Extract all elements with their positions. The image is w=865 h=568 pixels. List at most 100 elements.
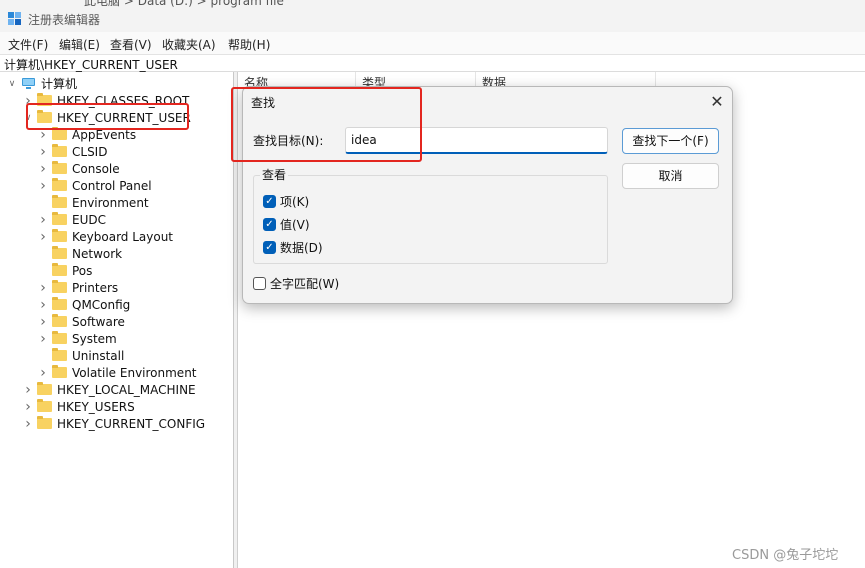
tree-item-label: HKEY_USERS [57, 399, 135, 414]
registry-tree[interactable]: ∨ 计算机 › HKEY_CLASSES_ROOT ∨ HKEY_CURRENT_US… [0, 72, 234, 568]
folder-icon [52, 280, 67, 293]
chevron-right-icon[interactable]: › [22, 416, 34, 432]
address-bar[interactable]: 计算机\HKEY_CURRENT_USER [0, 54, 865, 72]
chevron-right-icon[interactable]: › [22, 93, 34, 109]
tree-item[interactable]: › Printers [37, 279, 118, 296]
look-at-title: 查看 [260, 166, 289, 183]
watermark: CSDN @兔子坨坨 [732, 548, 839, 563]
tree-item[interactable]: Environment [37, 194, 149, 211]
chevron-right-icon[interactable]: › [37, 365, 49, 381]
menu-file[interactable]: 文件(F) [8, 36, 48, 53]
chevron-down-icon[interactable]: ∨ [6, 78, 18, 90]
tree-item[interactable]: › HKEY_LOCAL_MACHINE [22, 381, 195, 398]
chevron-right-icon[interactable]: › [37, 229, 49, 245]
folder-icon [52, 195, 67, 208]
menu-favorites[interactable]: 收藏夹(A) [162, 36, 216, 53]
cancel-button[interactable]: 取消 [622, 163, 719, 189]
tree-item[interactable]: Pos [37, 262, 92, 279]
option-data-label: 数据(D) [280, 241, 323, 255]
tree-item[interactable]: › QMConfig [37, 296, 130, 313]
tree-item[interactable]: › CLSID [37, 143, 107, 160]
tree-item[interactable]: ∨ HKEY_CURRENT_USER [22, 109, 191, 126]
folder-icon [52, 365, 67, 378]
chevron-right-icon[interactable]: › [37, 314, 49, 330]
folder-icon [37, 110, 52, 123]
tree-item-label: AppEvents [72, 127, 137, 142]
folder-icon [52, 314, 67, 327]
tree-item-label: Pos [72, 263, 93, 278]
tree-item[interactable]: Network [37, 245, 122, 262]
option-whole-string[interactable]: 全字匹配(W) [253, 275, 339, 292]
tree-item[interactable]: › Console [37, 160, 120, 177]
menu-help[interactable]: 帮助(H) [228, 36, 270, 53]
tree-item[interactable]: › HKEY_CLASSES_ROOT [22, 92, 189, 109]
tree-root[interactable]: ∨ 计算机 [6, 75, 77, 92]
breadcrumb-item[interactable]: program file [211, 0, 284, 8]
option-values[interactable]: ✓ 值(V) [263, 216, 310, 233]
tree-item[interactable]: › EUDC [37, 211, 106, 228]
option-keys[interactable]: ✓ 项(K) [263, 193, 309, 210]
option-values-label: 值(V) [280, 218, 310, 232]
tree-item-label: Control Panel [72, 178, 152, 193]
tree-item-label: Software [72, 314, 125, 329]
chevron-right-icon[interactable]: › [37, 161, 49, 177]
option-whole-string-label: 全字匹配(W) [270, 277, 340, 291]
tree-item-label: Uninstall [72, 348, 125, 363]
checkbox-data[interactable]: ✓ [263, 241, 276, 254]
tree-item[interactable]: › HKEY_USERS [22, 398, 135, 415]
chevron-down-icon[interactable]: ∨ [22, 112, 34, 124]
folder-icon [52, 297, 67, 310]
tree-item[interactable]: › Keyboard Layout [37, 228, 173, 245]
tree-item-label: Console [72, 161, 120, 176]
checkbox-keys[interactable]: ✓ [263, 195, 276, 208]
chevron-right-icon[interactable]: › [22, 382, 34, 398]
tree-item-label: CLSID [72, 144, 108, 159]
checkbox-whole-string[interactable] [253, 277, 266, 290]
option-keys-label: 项(K) [280, 195, 310, 209]
folder-icon [52, 212, 67, 225]
tree-item-label: HKEY_CLASSES_ROOT [57, 93, 190, 108]
close-icon[interactable]: ✕ [706, 91, 728, 113]
tree-item[interactable]: › HKEY_CURRENT_CONFIG [22, 415, 205, 432]
find-next-button[interactable]: 查找下一个(F) [622, 128, 719, 154]
tree-item-label: Printers [72, 280, 119, 295]
regedit-icon [8, 12, 21, 25]
window-title: 注册表编辑器 [28, 13, 101, 27]
chevron-right-icon[interactable]: › [37, 331, 49, 347]
folder-icon [52, 127, 67, 140]
chevron-right-icon[interactable]: › [37, 297, 49, 313]
tree-item[interactable]: › AppEvents [37, 126, 136, 143]
tree-item-label: HKEY_CURRENT_CONFIG [57, 416, 206, 431]
folder-icon [52, 144, 67, 157]
breadcrumb-item[interactable]: Data (D:) [138, 0, 193, 8]
checkbox-values[interactable]: ✓ [263, 218, 276, 231]
tree-item[interactable]: › System [37, 330, 117, 347]
menu-view[interactable]: 查看(V) [110, 36, 152, 53]
find-input[interactable] [345, 127, 608, 154]
folder-icon [37, 416, 52, 429]
tree-item[interactable]: › Software [37, 313, 125, 330]
checkmark-icon: ✓ [265, 195, 274, 207]
chevron-right-icon[interactable]: › [37, 178, 49, 194]
tree-item[interactable]: › Control Panel [37, 177, 152, 194]
tree-item[interactable]: › Volatile Environment [37, 364, 197, 381]
chevron-right-icon[interactable]: › [37, 280, 49, 296]
chevron-right-icon[interactable]: › [37, 127, 49, 143]
address-path[interactable]: 计算机\HKEY_CURRENT_USER [4, 56, 178, 73]
checkmark-icon: ✓ [265, 218, 274, 230]
option-data[interactable]: ✓ 数据(D) [263, 239, 323, 256]
checkmark-icon: ✓ [265, 241, 274, 253]
tree-item-label: Keyboard Layout [72, 229, 174, 244]
folder-icon [52, 246, 67, 259]
menu-edit[interactable]: 编辑(E) [59, 36, 100, 53]
folder-icon [52, 229, 67, 242]
tree-item-label: Network [72, 246, 123, 261]
chevron-right-icon[interactable]: › [37, 212, 49, 228]
tree-item-label: Volatile Environment [72, 365, 197, 380]
breadcrumb-item[interactable]: 此电脑 [84, 0, 120, 8]
tree-item[interactable]: Uninstall [37, 347, 124, 364]
chevron-right-icon[interactable]: › [22, 399, 34, 415]
chevron-right-icon[interactable]: › [37, 144, 49, 160]
tree-root-label: 计算机 [41, 77, 78, 91]
